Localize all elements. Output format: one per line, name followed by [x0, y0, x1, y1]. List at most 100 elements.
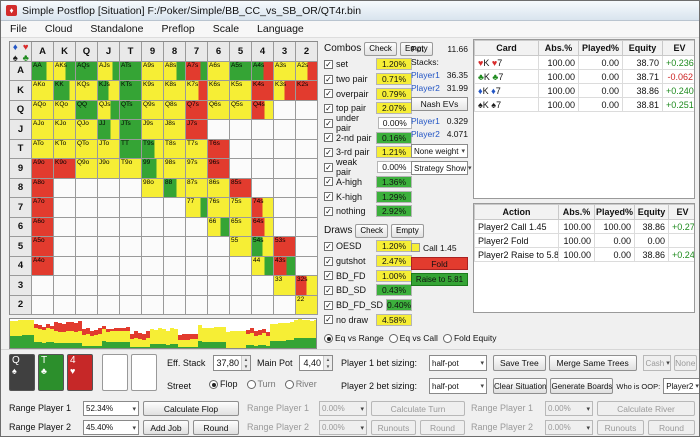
none-button[interactable]: None [673, 355, 697, 371]
matrix-cell-KJo[interactable]: KJo [54, 120, 76, 140]
matrix-cell-A5o[interactable]: A5o [32, 237, 54, 257]
matrix-cell-J7s[interactable]: J7s [186, 120, 208, 140]
matrix-cell-empty[interactable] [296, 217, 318, 237]
matrix-cell-empty[interactable] [76, 198, 98, 218]
matrix-cell-empty[interactable] [54, 178, 76, 198]
matrix-cell-empty[interactable] [252, 120, 274, 140]
matrix-cell-64s[interactable]: 64s [252, 217, 274, 237]
matrix-cell-empty[interactable] [76, 217, 98, 237]
matrix-cell-A8o[interactable]: A8o [32, 178, 54, 198]
matrix-cell-empty[interactable] [274, 139, 296, 159]
matrix-cell-empty[interactable] [274, 178, 296, 198]
matrix-cell-empty[interactable] [274, 295, 296, 315]
draw-checkbox-BD_FD[interactable]: ✓ [324, 271, 333, 281]
matrix-cell-86s[interactable]: 86s [208, 178, 230, 198]
matrix-cell-empty[interactable] [164, 295, 186, 315]
empty-card-slot[interactable] [102, 354, 128, 391]
strategy-dropdown[interactable]: Strategy Show ▾ [411, 161, 472, 175]
matrix-cell-97s[interactable]: 97s [186, 159, 208, 179]
calculate-river-button[interactable]: Calculate River [597, 401, 695, 416]
matrix-cell-empty[interactable] [296, 139, 318, 159]
calculate-flop-button[interactable]: Calculate Flop [143, 401, 239, 416]
card-table-row[interactable]: ♣K ♣7 100.00 0.00 38.71 -0.062 [474, 69, 694, 84]
matrix-cell-QJs[interactable]: QJs [98, 100, 120, 120]
draw-checkbox-BD_FD_SD[interactable]: ✓ [324, 300, 333, 310]
matrix-cell-A9s[interactable]: A9s [142, 61, 164, 81]
matrix-cell-J8s[interactable]: J8s [164, 120, 186, 140]
matrix-cell-empty[interactable] [296, 178, 318, 198]
matrix-cell-98o[interactable]: 98o [142, 178, 164, 198]
matrix-cell-empty[interactable] [164, 198, 186, 218]
matrix-cell-A9o[interactable]: A9o [32, 159, 54, 179]
matrix-cell-AJo[interactable]: AJo [32, 120, 54, 140]
matrix-corner-suits[interactable]: ♦ ♥ ♠ ♣ [10, 42, 32, 64]
combo-checkbox-two-pair[interactable]: ✓ [324, 74, 333, 84]
add-job-button[interactable]: Add Job [143, 420, 189, 435]
matrix-cell-A7o[interactable]: A7o [32, 198, 54, 218]
matrix-cell-empty[interactable] [230, 295, 252, 315]
matrix-cell-empty[interactable] [252, 178, 274, 198]
matrix-cell-empty[interactable] [98, 237, 120, 257]
matrix-cell-empty[interactable] [142, 276, 164, 296]
draw-checkbox-gutshot[interactable]: ✓ [324, 256, 333, 266]
matrix-cell-JTs[interactable]: JTs [120, 120, 142, 140]
empty-card-slot[interactable] [131, 354, 157, 391]
matrix-cell-empty[interactable] [208, 295, 230, 315]
matrix-cell-Q9o[interactable]: Q9o [76, 159, 98, 179]
matrix-cell-T8s[interactable]: T8s [164, 139, 186, 159]
matrix-cell-empty[interactable] [230, 159, 252, 179]
who-is-oop-dropdown[interactable]: Player2 ▾ [663, 378, 699, 394]
matrix-cell-T9s[interactable]: T9s [142, 139, 164, 159]
matrix-cell-empty[interactable] [32, 295, 54, 315]
matrix-cell-empty[interactable] [164, 276, 186, 296]
matrix-cell-77[interactable]: 77 [186, 198, 208, 218]
matrix-cell-empty[interactable] [98, 178, 120, 198]
spinner-down-icon[interactable]: ▼ [324, 363, 332, 370]
combo-checkbox-overpair[interactable]: ✓ [324, 89, 333, 99]
round-river-button[interactable]: Round [648, 420, 695, 435]
matrix-cell-empty[interactable] [230, 139, 252, 159]
matrix-cell-empty[interactable] [252, 295, 274, 315]
matrix-cell-KTs[interactable]: KTs [120, 81, 142, 101]
menu-item-preflop[interactable]: Preflop [153, 22, 204, 36]
matrix-cell-empty[interactable] [76, 295, 98, 315]
runouts-river-button[interactable]: Runouts [597, 420, 644, 435]
matrix-cell-K4s[interactable]: K4s [252, 81, 274, 101]
combo-checkbox-2-nd-pair[interactable]: ✓ [324, 133, 333, 143]
clear-situation-button[interactable]: Clear Situation [493, 378, 548, 394]
matrix-cell-JJ[interactable]: JJ [98, 120, 120, 140]
matrix-cell-empty[interactable] [230, 120, 252, 140]
matrix-cell-Q5s[interactable]: Q5s [230, 100, 252, 120]
merge-same-trees-button[interactable]: Merge Same Trees [548, 355, 637, 371]
matrix-cell-K9s[interactable]: K9s [142, 81, 164, 101]
menu-item-language[interactable]: Language [248, 22, 313, 36]
matrix-cell-Q6s[interactable]: Q6s [208, 100, 230, 120]
matrix-cell-A8s[interactable]: A8s [164, 61, 186, 81]
view-radio-eq-vs-call[interactable]: Eq vs Call [388, 333, 438, 343]
menu-item-file[interactable]: File [1, 22, 36, 36]
matrix-cell-T6s[interactable]: T6s [208, 139, 230, 159]
matrix-cell-empty[interactable] [120, 276, 142, 296]
view-radio-eq-vs-range[interactable]: Eq vs Range [324, 333, 384, 343]
matrix-cell-44[interactable]: 44 [252, 256, 274, 276]
save-tree-button[interactable]: Save Tree [493, 355, 546, 371]
card-table-row[interactable]: ♦K ♦7 100.00 0.00 38.86 +0.240 [474, 83, 694, 98]
street-radio-flop[interactable]: Flop [209, 379, 238, 389]
matrix-cell-empty[interactable] [252, 139, 274, 159]
matrix-cell-A5s[interactable]: A5s [230, 61, 252, 81]
street-radio-turn[interactable]: Turn [246, 379, 276, 389]
matrix-cell-65s[interactable]: 65s [230, 217, 252, 237]
matrix-cell-Q4s[interactable]: Q4s [252, 100, 274, 120]
player2-stack-link[interactable]: Player2 [411, 83, 440, 93]
combo-checkbox-under-pair[interactable]: ✓ [324, 118, 333, 128]
matrix-cell-85s[interactable]: 85s [230, 178, 252, 198]
matrix-cell-QTo[interactable]: QTo [76, 139, 98, 159]
matrix-cell-ATs[interactable]: ATs [120, 61, 142, 81]
matrix-cell-empty[interactable] [164, 237, 186, 257]
matrix-cell-22[interactable]: 22 [296, 295, 318, 315]
range-player2-dropdown[interactable]: 45.40% ▾ [83, 420, 139, 435]
p2-sizing-dropdown[interactable]: half-pot ▾ [429, 378, 487, 394]
matrix-cell-53s[interactable]: 53s [274, 237, 296, 257]
player2-nash-link[interactable]: Player2 [411, 129, 440, 139]
matrix-cell-empty[interactable] [208, 120, 230, 140]
